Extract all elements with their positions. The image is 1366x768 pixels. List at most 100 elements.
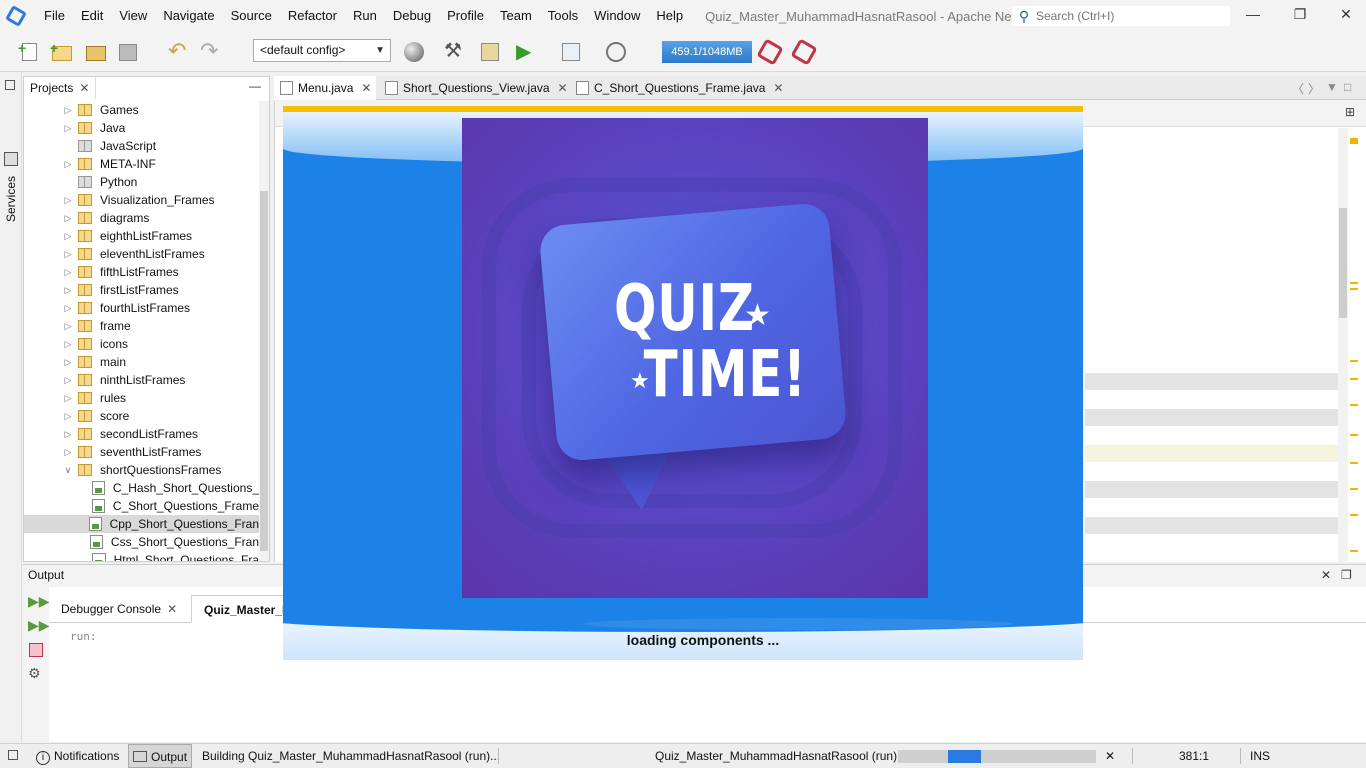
profiler-snapshot-icon[interactable] xyxy=(790,38,818,66)
menu-help[interactable]: Help xyxy=(648,0,691,32)
error-stripe-marker[interactable] xyxy=(1350,282,1358,284)
close-icon[interactable]: ✕ xyxy=(1321,568,1331,582)
menu-run[interactable]: Run xyxy=(345,0,385,32)
tree-item[interactable]: Html_Short_Questions_Fra xyxy=(24,551,259,561)
window-icon[interactable] xyxy=(8,750,18,760)
close-icon[interactable]: ✕ xyxy=(79,81,89,95)
scrollbar-thumb[interactable] xyxy=(1339,208,1347,318)
tab-short-questions-view[interactable]: Short_Questions_View.java ✕ xyxy=(379,76,568,100)
scrollbar-thumb[interactable] xyxy=(260,191,268,551)
error-stripe-marker[interactable] xyxy=(1350,514,1358,516)
search-input[interactable] xyxy=(1036,9,1216,23)
tree-item[interactable]: Cpp_Short_Questions_Fran xyxy=(24,515,259,533)
tab-menu-java[interactable]: Menu.java ✕ xyxy=(274,76,376,100)
tree-item[interactable]: ▷ frame xyxy=(24,317,259,335)
tree-item[interactable]: ▷ eighthListFrames xyxy=(24,227,259,245)
menu-window[interactable]: Window xyxy=(586,0,648,32)
chevron-right-icon[interactable]: ▷ xyxy=(62,339,74,350)
error-stripe-marker[interactable] xyxy=(1350,378,1358,380)
tree-item[interactable]: ▷ seventhListFrames xyxy=(24,443,259,461)
tree-item[interactable]: ▷ Visualization_Frames xyxy=(24,191,259,209)
menu-tools[interactable]: Tools xyxy=(540,0,586,32)
chevron-right-icon[interactable]: ▷ xyxy=(62,267,74,278)
cancel-build-button[interactable]: ✕ xyxy=(1105,744,1115,768)
error-stripe-marker[interactable] xyxy=(1350,434,1358,436)
globe-icon[interactable] xyxy=(402,40,426,64)
run-project-icon[interactable]: ▶ xyxy=(516,40,540,64)
debug-project-button[interactable] xyxy=(560,40,584,64)
chevron-right-icon[interactable]: ▷ xyxy=(62,249,74,260)
close-icon[interactable]: ✕ xyxy=(773,81,783,95)
tree-item[interactable]: ▷ rules xyxy=(24,389,259,407)
chevron-right-icon[interactable]: ▷ xyxy=(62,429,74,440)
editor-scrollbar[interactable] xyxy=(1338,128,1348,562)
tab-c-short-questions-frame[interactable]: C_Short_Questions_Frame.java ✕ xyxy=(570,76,783,100)
tree-item[interactable]: ▷ Java xyxy=(24,119,259,137)
open-project-button[interactable] xyxy=(84,40,108,64)
restore-icon[interactable]: ❐ xyxy=(1341,568,1352,582)
clean-build-button[interactable] xyxy=(478,40,502,64)
error-stripe-marker[interactable] xyxy=(1350,462,1358,464)
close-icon[interactable]: ✕ xyxy=(167,602,177,616)
chevron-down-icon[interactable]: ∨ xyxy=(62,465,74,476)
tree-item[interactable]: Css_Short_Questions_Fran xyxy=(24,533,259,551)
build-status[interactable]: Building Quiz_Master_MuhammadHasnatRasoo… xyxy=(202,744,500,768)
chevron-right-icon[interactable]: 〉 xyxy=(1308,80,1320,97)
tree-item[interactable]: ▷ diagrams xyxy=(24,209,259,227)
stop-icon[interactable] xyxy=(29,643,43,657)
menu-navigate[interactable]: Navigate xyxy=(155,0,222,32)
restore-window-button[interactable]: ❐ xyxy=(1285,6,1315,23)
tree-item[interactable]: ▷ secondListFrames xyxy=(24,425,259,443)
menu-edit[interactable]: Edit xyxy=(73,0,111,32)
services-icon[interactable] xyxy=(5,80,15,90)
split-icon[interactable]: ⊞ xyxy=(1345,105,1355,119)
tree-item[interactable]: ▷ score xyxy=(24,407,259,425)
close-icon[interactable]: ✕ xyxy=(361,81,371,95)
rerun-icon[interactable]: ▶▶ xyxy=(28,593,50,610)
menu-team[interactable]: Team xyxy=(492,0,540,32)
menu-file[interactable]: File xyxy=(36,0,73,32)
chevron-right-icon[interactable]: ▷ xyxy=(62,159,74,170)
tree-item[interactable]: ▷ fourthListFrames xyxy=(24,299,259,317)
tree-item[interactable]: C_Short_Questions_Frame xyxy=(24,497,259,515)
tree-item[interactable]: ▷ firstListFrames xyxy=(24,281,259,299)
chevron-right-icon[interactable]: ▷ xyxy=(62,285,74,296)
rerun-with-params-icon[interactable]: ▶▶ xyxy=(28,617,50,634)
error-stripe-marker[interactable] xyxy=(1350,288,1358,290)
tree-item[interactable]: ▷ META-INF xyxy=(24,155,259,173)
tree-item[interactable]: ▷ ninthListFrames xyxy=(24,371,259,389)
services-tab[interactable]: Services xyxy=(4,176,18,222)
close-window-button[interactable]: ✕ xyxy=(1331,6,1361,23)
chevron-right-icon[interactable]: ▷ xyxy=(62,303,74,314)
chevron-right-icon[interactable]: ▷ xyxy=(62,231,74,242)
chevron-right-icon[interactable]: ▷ xyxy=(62,195,74,206)
chevron-right-icon[interactable]: ▷ xyxy=(62,447,74,458)
chevron-right-icon[interactable]: ▷ xyxy=(62,393,74,404)
error-stripe-marker[interactable] xyxy=(1350,360,1358,362)
close-icon[interactable]: ✕ xyxy=(558,81,568,95)
new-file-button[interactable]: + xyxy=(18,40,42,64)
chevron-right-icon[interactable]: ▷ xyxy=(62,123,74,134)
profile-project-button[interactable] xyxy=(604,40,628,64)
menu-view[interactable]: View xyxy=(111,0,155,32)
error-stripe-marker[interactable] xyxy=(1350,550,1358,552)
menu-debug[interactable]: Debug xyxy=(385,0,439,32)
chevron-right-icon[interactable]: ▷ xyxy=(62,357,74,368)
redo-icon[interactable]: ↷ xyxy=(200,40,224,64)
tree-item[interactable]: ▷ eleventhListFrames xyxy=(24,245,259,263)
tree-item[interactable]: JavaScript xyxy=(24,137,259,155)
memory-meter[interactable]: 459.1/1048MB xyxy=(662,41,752,63)
projects-tab[interactable]: Projects ✕ xyxy=(24,77,97,99)
error-stripe-marker[interactable] xyxy=(1350,488,1358,490)
minimize-panel-button[interactable]: — xyxy=(249,79,261,93)
services-db-icon[interactable] xyxy=(4,152,18,166)
tree-item[interactable]: ▷ Games xyxy=(24,101,259,119)
tree-item[interactable]: Python xyxy=(24,173,259,191)
tree-item[interactable]: ▷ icons xyxy=(24,335,259,353)
search-box[interactable]: ⚲ xyxy=(1012,6,1230,26)
projects-scrollbar[interactable] xyxy=(259,101,269,561)
settings-icon[interactable]: ⚙ xyxy=(28,665,41,682)
tree-item[interactable]: C_Hash_Short_Questions_ xyxy=(24,479,259,497)
error-stripe-marker[interactable] xyxy=(1350,404,1358,406)
undo-icon[interactable]: ↶ xyxy=(168,40,192,64)
